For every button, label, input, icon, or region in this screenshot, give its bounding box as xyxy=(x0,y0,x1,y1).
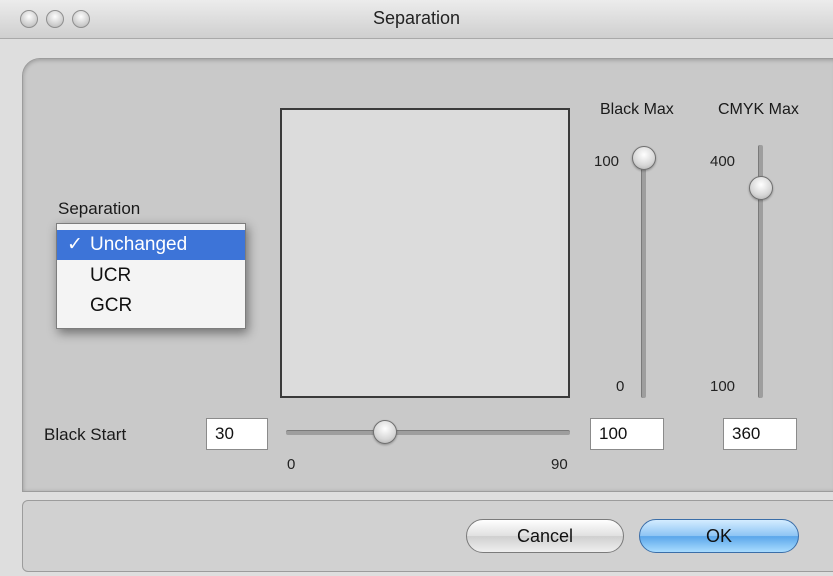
menu-item-label: Unchanged xyxy=(90,234,188,255)
black-max-slider-thumb[interactable] xyxy=(632,146,656,170)
black-max-top-tick: 100 xyxy=(594,153,620,170)
separation-label: Separation xyxy=(58,199,141,218)
window-title: Separation xyxy=(372,8,461,28)
cmyk-max-field[interactable]: 360 xyxy=(723,418,797,450)
menu-item-label: GCR xyxy=(90,295,133,316)
black-start-slider-track[interactable] xyxy=(286,430,570,435)
black-start-max-tick: 90 xyxy=(551,456,568,473)
black-start-min-tick: 0 xyxy=(287,456,296,473)
cmyk-max-top-tick: 400 xyxy=(710,153,736,170)
ok-button[interactable]: OK xyxy=(639,519,799,553)
separation-dialog: Separation Separation ✓ Unchanged UCR GC… xyxy=(0,0,833,576)
black-max-label: Black Max xyxy=(600,101,674,118)
cmyk-max-bottom-tick: 100 xyxy=(710,378,736,395)
menu-item-ucr[interactable]: UCR xyxy=(57,261,245,291)
menu-item-gcr[interactable]: GCR xyxy=(57,291,245,321)
cancel-button[interactable]: Cancel xyxy=(466,519,624,553)
cmyk-max-label: CMYK Max xyxy=(718,101,799,118)
black-start-label: Black Start xyxy=(44,425,127,444)
curve-preview xyxy=(280,108,570,398)
black-max-field[interactable]: 100 xyxy=(590,418,664,450)
menu-item-label: UCR xyxy=(90,265,132,286)
title-bar[interactable]: Separation xyxy=(0,0,833,39)
black-max-bottom-tick: 0 xyxy=(616,378,625,395)
black-start-field[interactable]: 30 xyxy=(206,418,268,450)
separation-menu[interactable]: ✓ Unchanged UCR GCR xyxy=(56,223,246,329)
black-max-slider-track[interactable] xyxy=(641,150,646,398)
menu-item-unchanged[interactable]: ✓ Unchanged xyxy=(57,230,245,260)
checkmark-icon: ✓ xyxy=(67,234,83,255)
